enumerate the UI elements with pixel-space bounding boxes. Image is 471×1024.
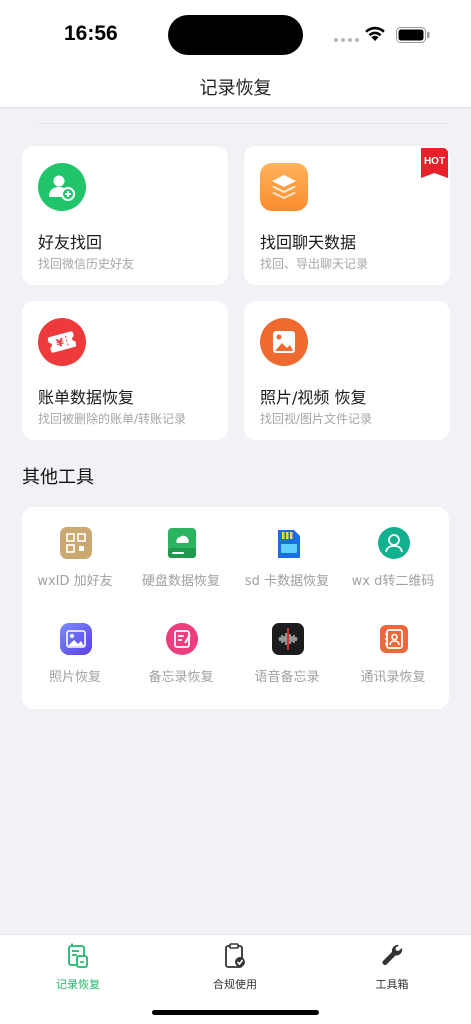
- tool-label: wxID 加好友: [37, 574, 113, 589]
- tool-label: 备忘录恢复: [148, 670, 214, 685]
- wrench-icon: [382, 944, 403, 965]
- tab-toolbox[interactable]: 工具箱: [342, 943, 442, 991]
- user-circle-icon: [378, 527, 410, 559]
- tool-memo-recovery[interactable]: 备忘录恢复: [128, 603, 234, 685]
- battery-icon: [396, 27, 430, 43]
- page-title: 记录恢复: [199, 78, 272, 99]
- record-icon: [68, 943, 88, 968]
- status-time: 16:56: [64, 22, 118, 45]
- wifi-icon: [365, 26, 385, 41]
- tool-wxid-to-qrcode[interactable]: wx d转二维码: [340, 507, 446, 589]
- tab-compliance[interactable]: 合规使用: [185, 943, 285, 991]
- card-chat-recovery[interactable]: HOT 找回聊天数据 找回、导出聊天记录: [244, 146, 450, 285]
- card-title: 照片/视频 恢复: [260, 388, 367, 407]
- add-friend-icon: [38, 163, 86, 211]
- tool-voice-memo[interactable]: 语音备忘录: [234, 603, 340, 685]
- tools-panel: wxID 加好友 硬盘数据恢复 sd 卡数据恢复 wx d转二维码 照片恢复 备…: [22, 507, 449, 709]
- image-icon: [60, 623, 92, 655]
- tool-label: 语音备忘录: [254, 670, 320, 685]
- tab-label: 工具箱: [375, 978, 409, 991]
- tool-label: sd 卡数据恢复: [244, 574, 330, 589]
- tab-label: 合规使用: [213, 978, 257, 991]
- card-subtitle: 找回、导出聊天记录: [260, 257, 369, 271]
- qr-id-icon: [60, 527, 92, 559]
- tab-record-recovery[interactable]: 记录恢复: [28, 943, 128, 991]
- card-title: 找回聊天数据: [260, 233, 357, 252]
- svg-text:HOT: HOT: [424, 156, 445, 167]
- tool-label: wx d转二维码: [351, 574, 435, 589]
- card-title: 账单数据恢复: [38, 388, 135, 407]
- tool-contacts-recovery[interactable]: 通讯录恢复: [340, 603, 446, 685]
- cellular-signal-icon: [334, 38, 359, 42]
- layers-icon: [260, 163, 308, 211]
- tool-wxid-add-friend[interactable]: wxID 加好友: [22, 507, 128, 589]
- tool-sd-card-recovery[interactable]: sd 卡数据恢复: [234, 507, 340, 589]
- contacts-icon: [380, 625, 408, 653]
- sd-card-icon: [278, 530, 300, 558]
- home-indicator: [152, 1010, 319, 1015]
- tool-label: 通讯录恢复: [360, 670, 426, 685]
- hot-badge-icon: HOT: [421, 148, 448, 178]
- card-subtitle: 找回微信历史好友: [38, 257, 135, 271]
- tool-photo-recovery[interactable]: 照片恢复: [22, 603, 128, 685]
- photo-icon: [260, 318, 308, 366]
- card-friend-recovery[interactable]: 好友找回 找回微信历史好友: [22, 146, 228, 285]
- tool-label: 照片恢复: [48, 670, 101, 685]
- hard-disk-icon: [168, 528, 196, 558]
- card-subtitle: 找回被删除的账单/转账记录: [38, 412, 187, 426]
- tab-label: 记录恢复: [56, 978, 100, 991]
- clipboard-check-icon: [225, 943, 245, 968]
- card-subtitle: 找回视/图片文件记录: [260, 412, 373, 426]
- nav-bar: 记录恢复: [0, 68, 471, 108]
- voice-memo-icon: [272, 623, 304, 655]
- status-bar: 16:56: [0, 0, 471, 68]
- section-title-other-tools: 其他工具: [22, 467, 94, 488]
- divider: [38, 123, 448, 124]
- memo-icon: [166, 623, 198, 655]
- tool-hard-disk-recovery[interactable]: 硬盘数据恢复: [128, 507, 234, 589]
- card-photo-video-recovery[interactable]: 照片/视频 恢复 找回视/图片文件记录: [244, 301, 450, 440]
- bill-icon: ¥: [38, 318, 86, 366]
- dynamic-island: [168, 15, 303, 55]
- card-title: 好友找回: [38, 233, 103, 252]
- card-bill-recovery[interactable]: ¥ 账单数据恢复 找回被删除的账单/转账记录: [22, 301, 228, 440]
- tool-label: 硬盘数据恢复: [141, 574, 220, 589]
